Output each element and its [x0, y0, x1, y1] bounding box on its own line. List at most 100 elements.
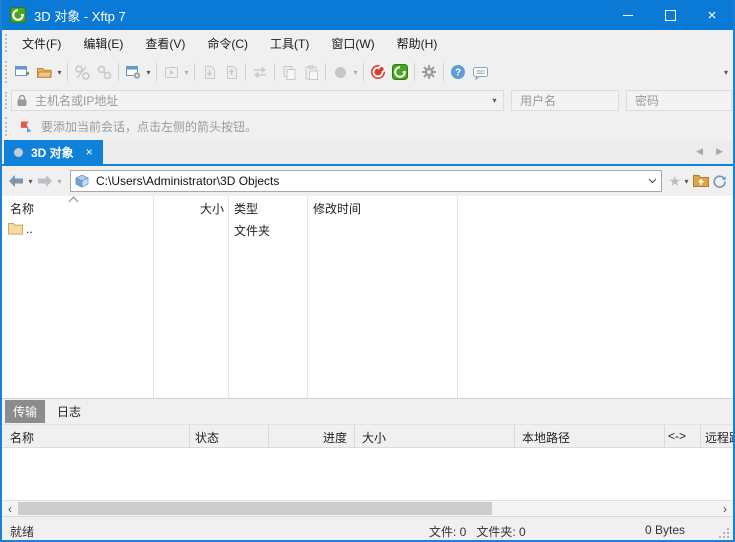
status-indicator-button[interactable] — [329, 61, 351, 83]
menu-edit[interactable]: 编辑(E) — [72, 31, 134, 56]
column-divider[interactable] — [189, 425, 190, 447]
transfer-col-size[interactable]: 大小 — [362, 429, 386, 446]
column-divider[interactable] — [664, 425, 665, 447]
toolbar-grip[interactable] — [5, 61, 7, 83]
tab-transfer[interactable]: 传输 — [5, 400, 45, 423]
column-divider[interactable] — [700, 425, 701, 447]
execute-caret-icon[interactable]: ▾ — [182, 68, 191, 77]
minimize-button[interactable] — [607, 0, 649, 30]
menu-help[interactable]: 帮助(H) — [386, 31, 449, 56]
xftp-button[interactable] — [389, 61, 411, 83]
toolbar-overflow-icon[interactable]: ▾ — [724, 68, 728, 77]
scroll-right-icon[interactable]: › — [717, 501, 733, 516]
toolbar-separator — [274, 63, 275, 81]
download-button[interactable] — [198, 61, 220, 83]
svg-text:?: ? — [455, 68, 461, 79]
toolbar-separator — [156, 63, 157, 81]
home-folder-button[interactable] — [692, 169, 710, 193]
scrollbar-thumb[interactable] — [18, 502, 492, 515]
transfer-col-status[interactable]: 状态 — [195, 429, 219, 446]
transfer-arrows-button[interactable] — [249, 61, 271, 83]
paste-button[interactable] — [300, 61, 322, 83]
execute-button[interactable] — [160, 61, 182, 83]
column-header-name[interactable]: 名称 — [10, 200, 34, 217]
host-caret-icon[interactable]: ▾ — [490, 96, 499, 105]
help-button[interactable]: ? — [447, 61, 469, 83]
info-bar: 要添加当前会话，点击左侧的箭头按钮。 — [2, 113, 733, 140]
menu-file[interactable]: 文件(F) — [11, 31, 72, 56]
folder-icon — [8, 222, 23, 235]
session-tab-close-icon[interactable]: × — [86, 146, 93, 158]
close-button[interactable]: × — [691, 0, 733, 30]
toolbar-separator — [325, 63, 326, 81]
status-indicator-caret-icon[interactable]: ▾ — [351, 68, 360, 77]
feedback-bubble-button[interactable] — [469, 61, 491, 83]
username-field-wrap — [511, 90, 619, 111]
forward-button[interactable] — [36, 169, 54, 193]
column-header-modified[interactable]: 修改时间 — [313, 200, 361, 217]
file-name: .. — [26, 222, 33, 236]
status-folder-count: 文件夹: 0 — [476, 523, 525, 540]
menu-tools[interactable]: 工具(T) — [259, 31, 320, 56]
status-bytes: 0 Bytes — [645, 523, 685, 537]
xftp-app-icon — [10, 7, 26, 23]
column-header-size[interactable]: 大小 — [157, 200, 224, 217]
path-dropdown-chevron-icon[interactable] — [644, 171, 660, 191]
horizontal-scrollbar[interactable]: ‹ › — [2, 500, 733, 516]
new-session-button[interactable] — [11, 61, 33, 83]
toolbar-separator — [363, 63, 364, 81]
password-input[interactable] — [633, 93, 725, 109]
transfer-col-name[interactable]: 名称 — [10, 429, 34, 446]
session-tab-3d-objects[interactable]: 3D 对象 × — [4, 140, 103, 164]
favorites-caret-icon[interactable]: ▾ — [682, 177, 691, 186]
settings-gear-button[interactable] — [418, 61, 440, 83]
tab-scroll-left-icon[interactable]: ◀ — [696, 146, 703, 157]
upload-button[interactable] — [220, 61, 242, 83]
refresh-button[interactable] — [711, 169, 728, 193]
column-header-type[interactable]: 类型 — [234, 200, 258, 217]
status-file-count: 文件: 0 — [429, 523, 466, 540]
menubar-grip[interactable] — [5, 34, 7, 52]
transfer-col-direction[interactable]: <-> — [668, 429, 686, 443]
session-tab-strip: 3D 对象 × ◀ ▶ — [2, 140, 733, 166]
reconnect-button[interactable] — [93, 61, 115, 83]
session-properties-button[interactable] — [122, 61, 144, 83]
column-divider[interactable] — [268, 425, 269, 447]
tab-scroll-right-icon[interactable]: ▶ — [716, 146, 723, 157]
toolbar-separator — [245, 63, 246, 81]
transfer-list-header: 名称 状态 进度 大小 本地路径 <-> 远程路径 — [2, 424, 733, 448]
menu-view[interactable]: 查看(V) — [134, 31, 196, 56]
forward-history-caret-icon[interactable]: ▾ — [55, 177, 64, 186]
file-row-parent-dir[interactable]: .. 文件夹 — [2, 218, 733, 240]
path-input[interactable] — [94, 173, 639, 189]
username-input[interactable] — [518, 93, 612, 109]
copy-button[interactable] — [278, 61, 300, 83]
transfer-col-local-path[interactable]: 本地路径 — [522, 429, 570, 446]
scroll-left-icon[interactable]: ‹ — [2, 501, 18, 516]
maximize-button[interactable] — [649, 0, 691, 30]
open-folder-button[interactable] — [33, 61, 55, 83]
bottom-tab-strip: 传输 日志 — [2, 398, 733, 424]
transfer-col-progress[interactable]: 进度 — [272, 429, 347, 446]
address-bar — [70, 170, 662, 192]
lock-icon — [16, 94, 28, 107]
column-divider[interactable] — [514, 425, 515, 447]
disconnect-button[interactable] — [71, 61, 93, 83]
transfer-col-remote-path[interactable]: 远程路径 — [705, 429, 733, 446]
column-divider[interactable] — [354, 425, 355, 447]
infobar-grip[interactable] — [5, 117, 7, 136]
back-history-caret-icon[interactable]: ▾ — [26, 177, 35, 186]
resize-grip[interactable] — [727, 536, 729, 538]
tab-log[interactable]: 日志 — [49, 400, 89, 423]
host-input[interactable] — [33, 93, 485, 109]
back-button[interactable] — [7, 169, 25, 193]
xshell-button[interactable] — [367, 61, 389, 83]
favorites-star-icon[interactable]: ★ — [668, 169, 681, 193]
menu-window[interactable]: 窗口(W) — [320, 31, 385, 56]
session-tab-label: 3D 对象 — [31, 144, 74, 161]
open-folder-caret-icon[interactable]: ▾ — [55, 68, 64, 77]
session-properties-caret-icon[interactable]: ▾ — [144, 68, 153, 77]
window-title: 3D 对象 - Xftp 7 — [34, 6, 126, 25]
quickbar-grip[interactable] — [5, 92, 7, 110]
menu-command[interactable]: 命令(C) — [196, 31, 259, 56]
